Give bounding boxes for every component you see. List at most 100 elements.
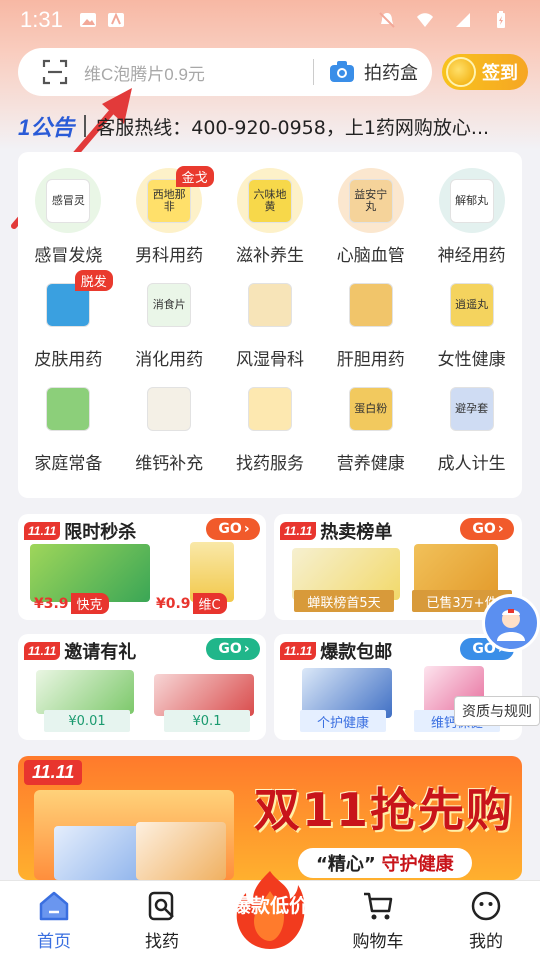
category-icon: 蛋白粉	[337, 376, 404, 441]
price-tag: 维C	[192, 593, 227, 614]
category-icon: 避孕套	[438, 376, 505, 441]
price: ¥3.9	[34, 595, 69, 612]
category-item[interactable]: 感冒灵 感冒发烧	[18, 162, 119, 266]
notice-bar[interactable]: 1公告 客服热线：400-920-0958，上1药网购放心...	[18, 108, 522, 144]
tag-1111: 11.11	[24, 522, 61, 540]
double11-banner[interactable]: 11.11 双11抢先购 “精心” 守护健康	[18, 756, 522, 880]
category-item[interactable]: 脱发 皮肤用药	[18, 266, 119, 370]
category-label: 女性健康	[437, 350, 506, 370]
go-label: GO	[218, 521, 242, 537]
doctor-consult-button[interactable]	[482, 594, 540, 652]
medicine-box-icon: 六味地黄	[247, 178, 292, 223]
cart-icon	[364, 892, 393, 920]
medicine-box-icon: 蛋白粉	[348, 386, 393, 431]
category-card: 感冒灵 感冒发烧 西地那非 金戈 男科用药 六味地黄 滋补养生 益安宁丸 心脑血管 解郁丸 神经用药…	[18, 152, 522, 498]
go-label: GO	[472, 521, 496, 537]
category-icon: 逍遥丸	[438, 272, 505, 337]
invite-go-button[interactable]: GO ›	[206, 638, 260, 660]
search-bar[interactable]: 维C泡腾片0.9元 拍药盒	[18, 48, 432, 96]
category-item[interactable]: 消食片 消化用药	[119, 266, 220, 370]
product-image	[36, 670, 134, 714]
category-icon	[136, 376, 203, 441]
battery-icon	[497, 11, 505, 28]
nav-home[interactable]: 首页	[0, 881, 108, 960]
go-label: GO	[218, 641, 242, 657]
category-item[interactable]: 家庭常备	[18, 370, 119, 474]
image-notification-icon	[79, 13, 96, 27]
medicine-box-icon: 避孕套	[449, 386, 494, 431]
nav-mine[interactable]: 我的	[432, 881, 540, 960]
scan-icon[interactable]	[42, 59, 68, 85]
category-item[interactable]: 六味地黄 滋补养生	[220, 162, 321, 266]
invite-card[interactable]: 11.11 邀请有礼 GO › ¥0.01 ¥0.1	[18, 634, 266, 740]
banner-title: 双11抢先购	[254, 783, 515, 837]
search-input[interactable]: 维C泡腾片0.9元	[84, 60, 313, 85]
category-item[interactable]: 风湿骨科	[220, 266, 321, 370]
medicine-box-icon: 感冒灵	[46, 178, 91, 223]
price-row: ¥3.9 快克	[34, 593, 109, 614]
flash-sale-card[interactable]: 11.11 限时秒杀 GO › ¥3.9 快克 ¥0.9 维C	[18, 514, 266, 620]
category-item[interactable]: 解郁丸 神经用药	[421, 162, 522, 266]
banner-subtitle-text: 守护健康	[381, 854, 454, 875]
flash-sale-header: 11.11 限时秒杀	[24, 518, 136, 544]
profile-face-icon	[471, 891, 501, 921]
category-item[interactable]: 蛋白粉 营养健康	[320, 370, 421, 474]
category-item[interactable]: 益安宁丸 心脑血管	[320, 162, 421, 266]
flash-sale-title: 限时秒杀	[64, 522, 137, 543]
hot-list-go-button[interactable]: GO ›	[460, 518, 514, 540]
category-label: 消化用药	[135, 350, 204, 370]
hot-list-card[interactable]: 11.11 热卖榜单 GO › 蝉联榜首5天 已售3万+件	[274, 514, 522, 620]
category-icon: 感冒灵	[35, 168, 102, 233]
category-item[interactable]: 找药服务	[220, 370, 321, 474]
invite-title: 邀请有礼	[64, 642, 137, 663]
medicine-box-icon: 解郁丸	[449, 178, 494, 223]
photo-pillbox-button[interactable]: 拍药盒	[364, 59, 418, 85]
chevron-right-icon: ›	[243, 641, 250, 657]
medicine-box-icon: 消食片	[147, 282, 192, 327]
category-item[interactable]: 逍遥丸 女性健康	[421, 266, 522, 370]
category-label: 风湿骨科	[235, 350, 304, 370]
product-image	[54, 826, 144, 880]
category-label: 找药服务	[235, 454, 304, 474]
qualification-rules-link[interactable]: 资质与规则	[454, 696, 540, 726]
category-label: 神经用药	[437, 246, 506, 266]
notice-logo: 1公告	[18, 115, 75, 140]
wifi-icon	[417, 13, 433, 27]
chevron-right-icon: ›	[497, 521, 504, 537]
category-item[interactable]: 维钙补充	[119, 370, 220, 474]
hit-title: 爆款包邮	[320, 642, 393, 663]
doctor-avatar-icon	[497, 609, 525, 641]
checkin-button[interactable]: 签到	[442, 54, 528, 90]
status-bar: 1:31	[0, 0, 540, 40]
category-label: 感冒发烧	[34, 246, 103, 266]
nav-hot-deals[interactable]: 爆款低价	[216, 870, 324, 960]
category-label: 家庭常备	[34, 454, 103, 474]
status-time: 1:31	[20, 7, 63, 32]
hot-list-header: 11.11 热卖榜单	[280, 518, 392, 544]
medicine-box-icon	[46, 386, 91, 431]
category-icon: 六味地黄	[236, 168, 303, 233]
category-item[interactable]: 西地那非 金戈 男科用药	[119, 162, 220, 266]
flash-sale-go-button[interactable]: GO ›	[206, 518, 260, 540]
nav-find-medicine[interactable]: 找药	[108, 881, 216, 960]
notice-text[interactable]: 客服热线：400-920-0958，上1药网购放心...	[96, 113, 522, 140]
nav-cart[interactable]: 购物车	[324, 881, 432, 960]
category-icon: 益安宁丸	[337, 168, 404, 233]
nav-mine-label: 我的	[469, 932, 503, 952]
category-icon: 消食片	[136, 272, 203, 337]
notice-separator	[84, 115, 87, 137]
medicine-box-icon	[247, 282, 292, 327]
category-item[interactable]: 避孕套 成人计生	[421, 370, 522, 474]
nav-home-label: 首页	[37, 932, 71, 952]
medicine-box-icon	[147, 386, 192, 431]
category-item[interactable]: 肝胆用药	[320, 266, 421, 370]
tag-1111: 11.11	[24, 642, 61, 660]
category-icon	[236, 272, 303, 337]
category-label: 心脑血管	[336, 246, 405, 266]
category-badge: 脱发	[74, 270, 113, 291]
hit-ribbon: 个护健康	[300, 710, 386, 732]
camera-icon[interactable]	[328, 58, 356, 86]
product-image	[136, 822, 226, 880]
invite-header: 11.11 邀请有礼	[24, 638, 136, 664]
medicine-box-icon: 逍遥丸	[449, 282, 494, 327]
